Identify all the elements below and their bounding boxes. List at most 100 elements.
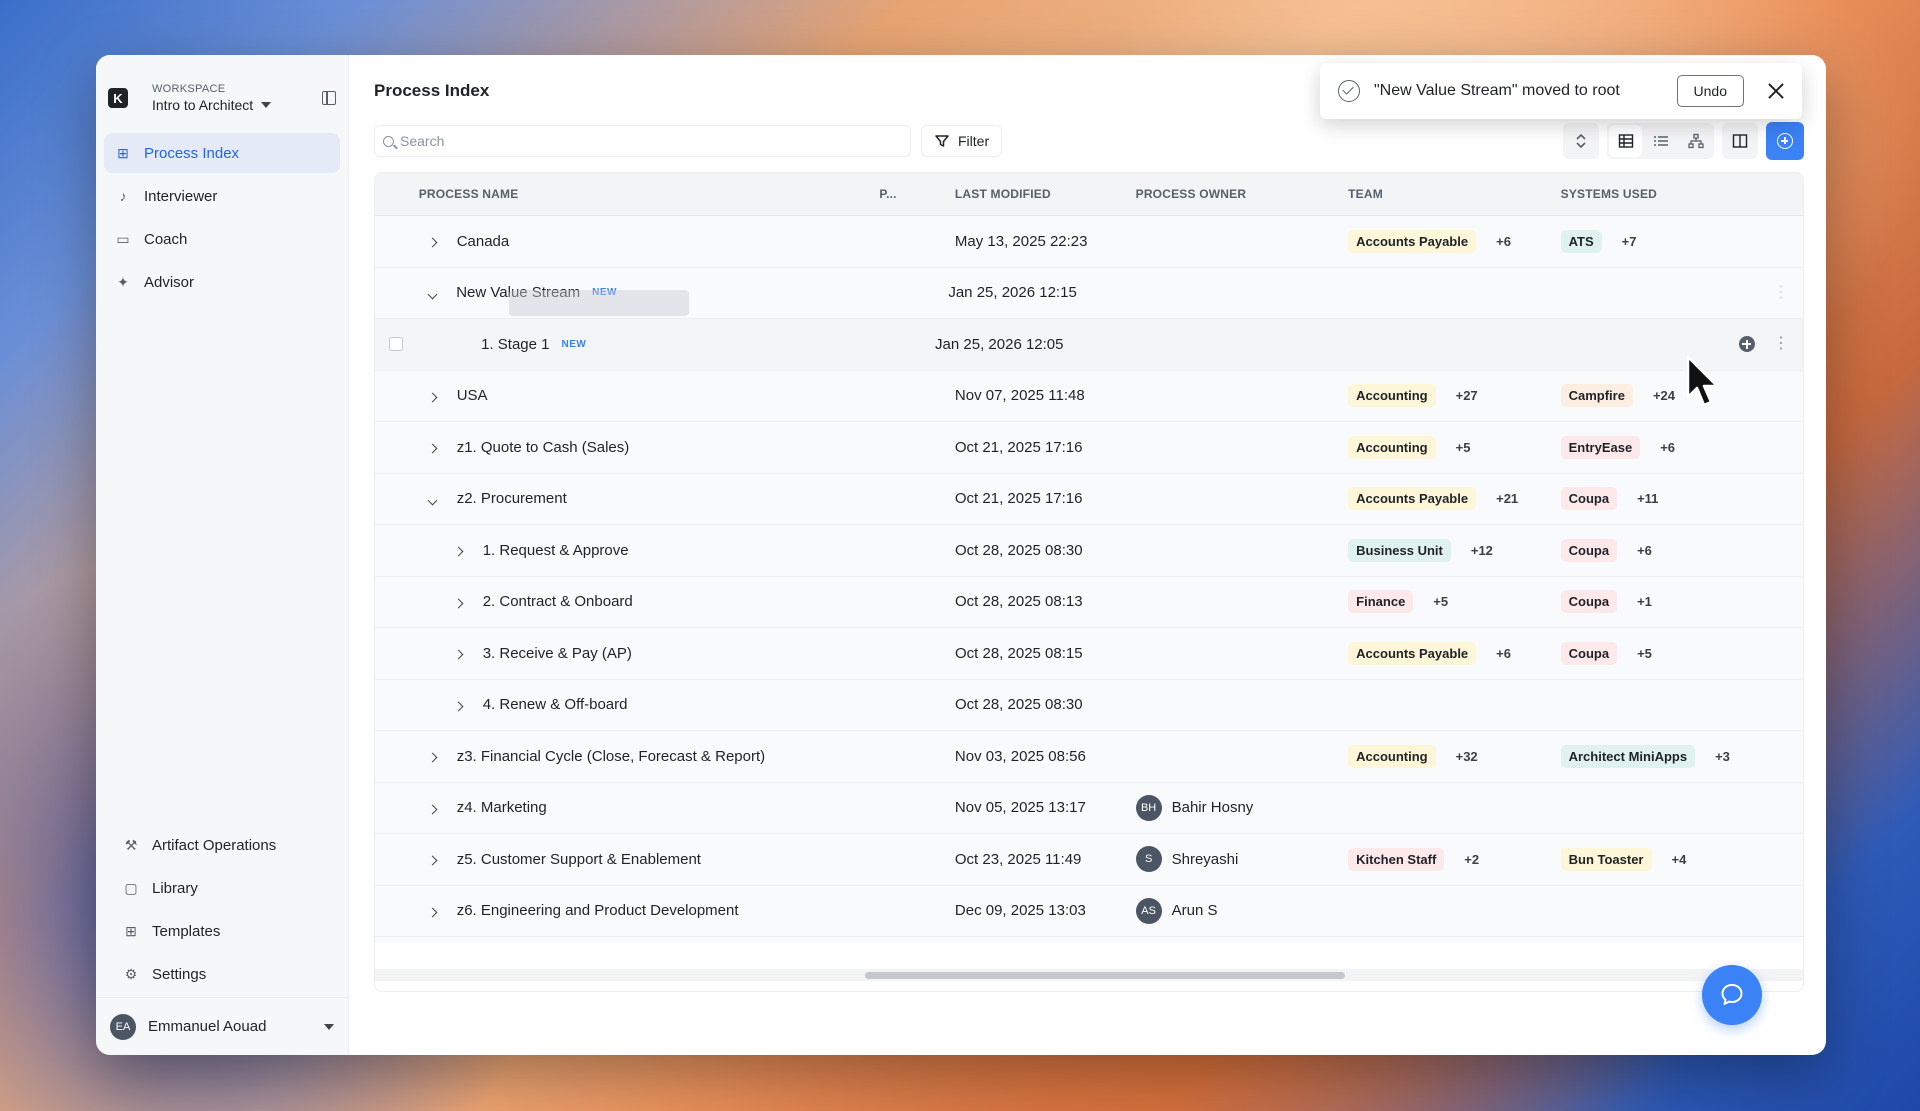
team-tag[interactable]: Finance — [1348, 590, 1414, 614]
team-more-count[interactable]: +6 — [1496, 646, 1511, 661]
team-more-count[interactable]: +2 — [1464, 852, 1479, 867]
add-child-icon[interactable] — [1738, 336, 1755, 353]
table-row[interactable]: z2. Procurement Oct 21, 2025 17:16 Account… — [375, 473, 1803, 525]
sidebar-item-coach[interactable]: ▭ Coach — [104, 219, 340, 259]
chevron-right-icon[interactable] — [419, 800, 447, 816]
sidebar-item-advisor[interactable]: ✦ Advisor — [104, 262, 340, 302]
col-p[interactable]: P... — [879, 187, 954, 201]
chevron-right-icon[interactable] — [445, 594, 473, 610]
process-name[interactable]: Canada — [457, 233, 510, 250]
system-tag[interactable]: Coupa — [1560, 538, 1618, 562]
team-tag[interactable]: Accounts Payable — [1348, 641, 1477, 665]
chevron-right-icon[interactable] — [445, 697, 473, 713]
col-process-name[interactable]: PROCESS NAME — [419, 187, 880, 201]
process-name[interactable]: 3. Receive & Pay (AP) — [483, 645, 632, 662]
kebab-menu-icon[interactable]: ⋮ — [1773, 336, 1789, 352]
table-row[interactable]: z1. Quote to Cash (Sales) Oct 21, 2025 17… — [375, 422, 1803, 474]
process-name[interactable]: z2. Procurement — [457, 490, 567, 507]
system-more-count[interactable]: +1 — [1637, 594, 1652, 609]
sidebar-item-settings[interactable]: ⚙ Settings — [112, 954, 332, 994]
sort-button[interactable] — [1563, 123, 1599, 159]
scrollbar-thumb[interactable] — [865, 972, 1345, 979]
system-more-count[interactable]: +24 — [1653, 388, 1675, 403]
team-tag[interactable]: Business Unit — [1348, 538, 1451, 562]
chevron-right-icon[interactable] — [419, 851, 447, 867]
system-more-count[interactable]: +4 — [1672, 852, 1687, 867]
sidebar-item-library[interactable]: ▢ Library — [112, 868, 332, 908]
process-name[interactable]: z5. Customer Support & Enablement — [457, 851, 701, 868]
process-name[interactable]: 2. Contract & Onboard — [483, 593, 633, 610]
process-name[interactable]: z4. Marketing — [457, 799, 547, 816]
system-more-count[interactable]: +7 — [1622, 234, 1637, 249]
process-name[interactable]: z6. Engineering and Product Development — [457, 902, 739, 919]
chevron-right-icon[interactable] — [419, 388, 447, 404]
system-more-count[interactable]: +6 — [1660, 440, 1675, 455]
table-row[interactable]: z4. Marketing Nov 05, 2025 13:17 BH Bahir H… — [375, 782, 1803, 834]
col-systems-used[interactable]: SYSTEMS USED — [1561, 187, 1789, 201]
process-name[interactable]: 4. Renew & Off-board — [483, 696, 628, 713]
chevron-down-icon[interactable] — [418, 285, 446, 301]
col-last-modified[interactable]: LAST MODIFIED — [955, 187, 1136, 201]
team-more-count[interactable]: +32 — [1456, 749, 1478, 764]
system-tag[interactable]: ATS — [1560, 229, 1602, 253]
team-tag[interactable]: Accounting — [1348, 384, 1436, 408]
chat-button[interactable] — [1702, 965, 1762, 1025]
workspace-name[interactable]: Intro to Architect — [152, 97, 322, 113]
process-name[interactable]: z3. Financial Cycle (Close, Forecast & R… — [457, 748, 765, 765]
system-more-count[interactable]: +11 — [1637, 491, 1658, 506]
system-tag[interactable]: Campfire — [1560, 384, 1633, 408]
system-tag[interactable]: Coupa — [1560, 641, 1618, 665]
user-menu[interactable]: EA Emmanuel Aouad — [96, 997, 348, 1055]
chevron-right-icon[interactable] — [419, 748, 447, 764]
sidebar-item-templates[interactable]: ⊞ Templates — [112, 911, 332, 951]
table-row[interactable]: USA Nov 07, 2025 11:48 Accounting +27 Campfi… — [375, 370, 1803, 422]
system-more-count[interactable]: +3 — [1715, 749, 1730, 764]
team-more-count[interactable]: +21 — [1496, 491, 1518, 506]
system-more-count[interactable]: +5 — [1637, 646, 1652, 661]
system-more-count[interactable]: +6 — [1637, 543, 1652, 558]
add-process-button[interactable] — [1766, 122, 1804, 160]
table-row[interactable]: 1. Stage 1 NEW Jan 25, 2026 12:05 ⋮ — [375, 319, 1803, 371]
team-tag[interactable]: Accounting — [1348, 744, 1436, 768]
process-name[interactable]: 1. Request & Approve — [483, 542, 629, 559]
chevron-right-icon[interactable] — [419, 903, 447, 919]
team-more-count[interactable]: +5 — [1433, 594, 1448, 609]
system-tag[interactable]: Coupa — [1560, 487, 1618, 511]
row-checkbox[interactable] — [389, 337, 404, 352]
table-row[interactable]: 1. Request & Approve Oct 28, 2025 08:30 Bu… — [375, 525, 1803, 577]
workspace-switcher[interactable]: K WORKSPACE Intro to Architect — [96, 55, 348, 127]
process-name[interactable]: USA — [457, 387, 488, 404]
table-row[interactable]: z6. Engineering and Product Development D… — [375, 885, 1803, 937]
sidebar-item-interviewer[interactable]: ♪ Interviewer — [104, 176, 340, 216]
team-tag[interactable]: Accounts Payable — [1348, 487, 1477, 511]
team-more-count[interactable]: +12 — [1471, 543, 1493, 558]
system-tag[interactable]: Architect MiniApps — [1560, 744, 1696, 768]
table-row[interactable]: 4. Renew & Off-board Oct 28, 2025 08:30 — [375, 679, 1803, 731]
chevron-right-icon[interactable] — [445, 645, 473, 661]
close-icon[interactable] — [1768, 83, 1784, 99]
team-tag[interactable]: Accounts Payable — [1348, 229, 1477, 253]
collapse-sidebar-icon[interactable] — [322, 91, 336, 105]
table-row[interactable]: Canada May 13, 2025 22:23 Accounts Payable… — [375, 216, 1803, 268]
team-more-count[interactable]: +5 — [1456, 440, 1471, 455]
sidebar-item-process-index[interactable]: ⊞ Process Index — [104, 133, 340, 173]
system-tag[interactable]: Coupa — [1560, 590, 1618, 614]
horizontal-scrollbar[interactable] — [375, 969, 1803, 981]
sidebar-item-artifact-operations[interactable]: ⚒ Artifact Operations — [112, 825, 332, 865]
team-more-count[interactable]: +27 — [1456, 388, 1478, 403]
system-tag[interactable]: EntryEase — [1560, 435, 1641, 459]
list-view-button[interactable] — [1644, 125, 1677, 157]
undo-button[interactable]: Undo — [1676, 75, 1744, 107]
team-tag[interactable]: Kitchen Staff — [1348, 847, 1445, 871]
chevron-right-icon[interactable] — [419, 439, 447, 455]
table-row[interactable]: 2. Contract & Onboard Oct 28, 2025 08:13 F… — [375, 576, 1803, 628]
hierarchy-view-button[interactable] — [1679, 125, 1712, 157]
col-process-owner[interactable]: PROCESS OWNER — [1136, 187, 1349, 201]
table-row[interactable]: z5. Customer Support & Enablement Oct 23,… — [375, 834, 1803, 886]
filter-button[interactable]: Filter — [921, 125, 1003, 157]
col-team[interactable]: TEAM — [1348, 187, 1561, 201]
table-view-button[interactable] — [1609, 125, 1642, 157]
process-name[interactable]: 1. Stage 1 — [481, 336, 549, 353]
split-view-button[interactable] — [1722, 123, 1758, 159]
team-more-count[interactable]: +6 — [1496, 234, 1511, 249]
